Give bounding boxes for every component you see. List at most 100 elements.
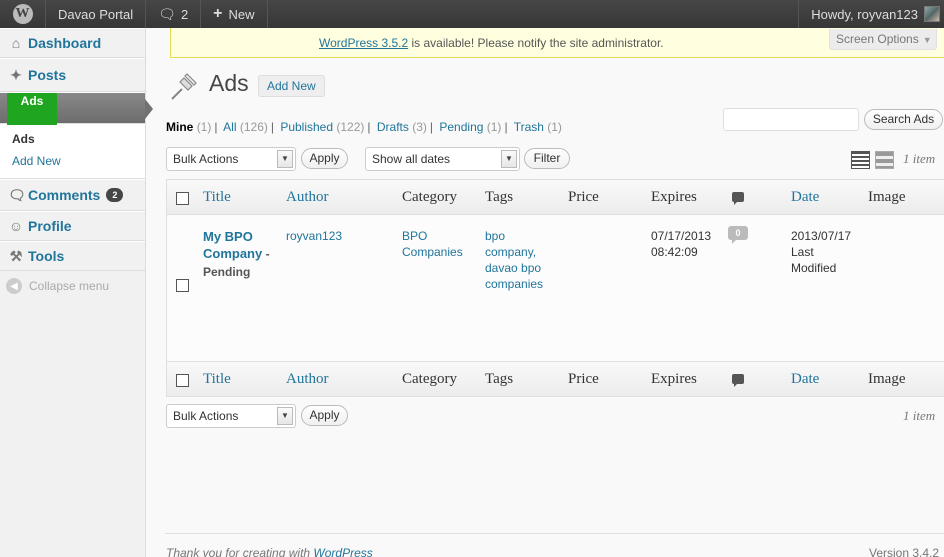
filter-published[interactable]: Published xyxy=(280,120,333,134)
post-state: Pending xyxy=(203,265,251,279)
footer-thanks: Thank you for creating with WordPress xyxy=(166,546,373,557)
sidebar-item-dashboard[interactable]: ⌂ Dashboard xyxy=(0,28,145,58)
list-view-icon[interactable] xyxy=(851,151,870,169)
sidebar-item-profile[interactable]: ☺ Profile xyxy=(0,211,145,241)
date-status: Last xyxy=(791,245,814,259)
table-header: Title Author Category Tags Price Expires… xyxy=(167,180,944,215)
wordpress-link[interactable]: WordPress xyxy=(313,546,372,557)
date-status: Modified xyxy=(791,261,837,275)
sidebar-item-label: Tools xyxy=(28,248,65,264)
row-title: My BPO Company - Pending xyxy=(203,228,278,281)
row-expires: 07/17/2013 08:42:09 xyxy=(651,228,711,260)
footer-version: Version 3.4.2 xyxy=(869,546,940,557)
filter-published-count: (122) xyxy=(336,120,365,134)
admin-bar: W Davao Portal 🗨 2 + New Howdy, royvan12… xyxy=(0,0,944,28)
apply-button-top[interactable]: Apply xyxy=(301,148,348,169)
title-separator: - xyxy=(262,247,270,261)
category-link[interactable]: Companies xyxy=(402,245,463,259)
column-expires: Expires xyxy=(651,188,697,205)
column-author[interactable]: Author xyxy=(286,189,329,206)
column-image: Image xyxy=(868,370,906,387)
filter-drafts-count: (3) xyxy=(412,120,427,134)
row-author[interactable]: royvan123 xyxy=(286,228,342,244)
collapse-menu-button[interactable]: ◀ Collapse menu xyxy=(0,271,145,301)
update-notice: WordPress 3.5.2 is available! Please not… xyxy=(170,28,944,58)
users-icon: ☺ xyxy=(8,218,24,234)
tools-icon: ⚒ xyxy=(9,247,23,264)
screen-options-button[interactable]: Screen Options ▼ xyxy=(829,29,937,50)
submenu-item-add-new[interactable]: Add New xyxy=(12,150,145,172)
sidebar-item-ads[interactable]: Ads xyxy=(0,92,153,125)
ad-title-link[interactable]: My BPO Company xyxy=(203,229,262,261)
dashboard-icon: ⌂ xyxy=(11,35,21,51)
filter-mine[interactable]: Mine xyxy=(166,120,193,134)
filter-separator: | xyxy=(367,120,371,134)
category-link[interactable]: BPO xyxy=(402,229,427,243)
filter-separator: | xyxy=(270,120,274,134)
expires-time: 08:42:09 xyxy=(651,245,698,259)
new-content-menu[interactable]: + New xyxy=(201,0,268,28)
column-tags: Tags xyxy=(485,188,514,205)
site-name-link[interactable]: Davao Portal xyxy=(46,0,147,28)
column-category: Category xyxy=(402,370,457,387)
tag-link[interactable]: companies xyxy=(485,277,543,291)
column-date[interactable]: Date xyxy=(791,371,819,388)
tag-link[interactable]: company, xyxy=(485,245,536,259)
column-tags: Tags xyxy=(485,370,514,387)
wordpress-logo-menu[interactable]: W xyxy=(0,0,46,28)
row-checkbox[interactable] xyxy=(176,279,189,292)
tag-link[interactable]: davao bpo xyxy=(485,261,541,275)
sidebar-item-label: Posts xyxy=(28,67,67,83)
account-menu[interactable]: Howdy, royvan123 xyxy=(798,0,944,28)
comment-icon: 🗨 xyxy=(8,186,26,203)
wordpress-update-link[interactable]: WordPress 3.5.2 xyxy=(319,36,408,50)
sidebar-item-posts[interactable]: ✦ Posts xyxy=(0,58,145,92)
column-title[interactable]: Title xyxy=(203,189,231,206)
sidebar-item-label: Dashboard xyxy=(28,35,102,51)
row-tags: bpo company, davao bpo companies xyxy=(485,228,543,292)
column-expires: Expires xyxy=(651,370,697,387)
search-input[interactable] xyxy=(723,108,859,131)
author-link[interactable]: royvan123 xyxy=(286,229,342,243)
new-label: New xyxy=(228,6,255,22)
triangle-down-icon: ▼ xyxy=(922,35,932,45)
plus-icon: + xyxy=(213,5,223,22)
filter-separator: | xyxy=(214,120,218,134)
chevron-down-icon: ▼ xyxy=(501,150,517,168)
excerpt-view-icon[interactable] xyxy=(875,151,894,169)
ads-logo-icon: Ads xyxy=(7,93,57,125)
row-date: 2013/07/17 Last Modified xyxy=(791,228,851,276)
column-author[interactable]: Author xyxy=(286,371,329,388)
filter-pending[interactable]: Pending xyxy=(439,120,483,134)
bulk-actions-select-top[interactable]: Bulk Actions ▼ xyxy=(166,147,296,171)
wordpress-icon: W xyxy=(12,4,33,24)
select-all-checkbox[interactable] xyxy=(176,374,189,387)
search-ads-button[interactable]: Search Ads xyxy=(864,109,943,130)
comment-count-bubble[interactable]: 0 xyxy=(728,226,748,244)
select-all-checkbox[interactable] xyxy=(176,192,189,205)
bulk-actions-select-bottom[interactable]: Bulk Actions ▼ xyxy=(166,404,296,428)
ads-table: Title Author Category Tags Price Expires… xyxy=(166,179,944,397)
row-category[interactable]: BPO Companies xyxy=(402,228,463,260)
add-new-button[interactable]: Add New xyxy=(258,75,325,97)
filter-all[interactable]: All xyxy=(223,120,236,134)
column-title[interactable]: Title xyxy=(203,371,231,388)
filter-drafts[interactable]: Drafts xyxy=(377,120,409,134)
date-filter-select[interactable]: Show all dates ▼ xyxy=(365,147,520,171)
sidebar-item-label: Profile xyxy=(28,218,72,234)
chevron-down-icon: ▼ xyxy=(277,407,293,425)
comments-link[interactable]: 🗨 2 xyxy=(146,0,202,28)
tag-link[interactable]: bpo xyxy=(485,229,505,243)
filter-trash[interactable]: Trash xyxy=(514,120,544,134)
sidebar-item-tools[interactable]: ⚒ Tools xyxy=(0,241,145,271)
filter-mine-count: (1) xyxy=(196,120,212,134)
column-date[interactable]: Date xyxy=(791,189,819,206)
filter-trash-count: (1) xyxy=(547,120,562,134)
items-count-bottom: 1 item xyxy=(903,408,936,423)
apply-button-bottom[interactable]: Apply xyxy=(301,405,348,426)
submenu-item-ads[interactable]: Ads xyxy=(12,128,145,150)
column-price: Price xyxy=(568,188,599,205)
filter-button[interactable]: Filter xyxy=(524,148,570,169)
update-notice-text: is available! Please notify the site adm… xyxy=(408,36,664,50)
sidebar-item-comments[interactable]: 🗨 Comments 2 xyxy=(0,179,145,211)
